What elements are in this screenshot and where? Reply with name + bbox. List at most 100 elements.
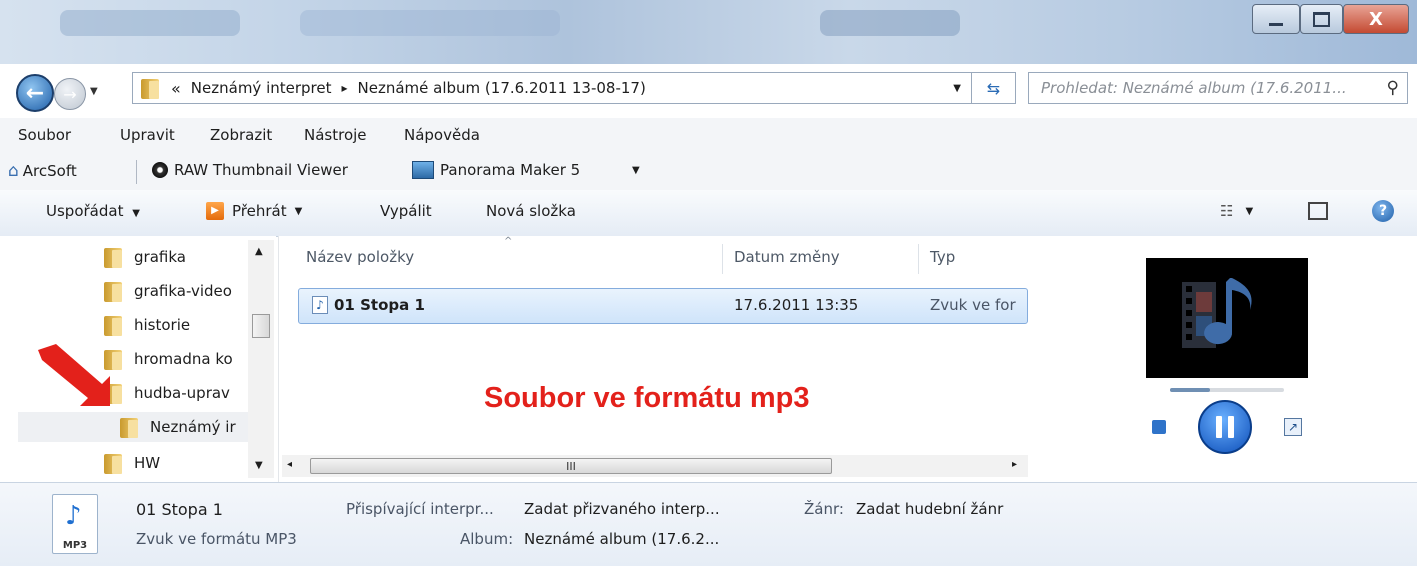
refresh-button[interactable]: ⇆: [972, 72, 1016, 104]
folder-icon: [104, 314, 122, 336]
forward-arrow-icon: →: [63, 84, 77, 104]
details-genre-label: Žánr:: [804, 500, 844, 518]
tree-item-neznamy-interpret[interactable]: Neznámý ir: [120, 412, 248, 442]
close-icon: X: [1369, 8, 1383, 30]
new-folder-button[interactable]: Nová složka: [486, 202, 576, 220]
maximize-icon: [1313, 11, 1330, 27]
panorama-icon: [412, 161, 434, 179]
breadcrumb-item[interactable]: Neznámý interpret: [191, 79, 332, 97]
link-arcsoft[interactable]: ⌂ ArcSoft: [8, 161, 77, 181]
command-bar: Uspořádat ▼ ▶ Přehrát ▼ Vypálit Nová slo…: [0, 190, 1417, 237]
play-button[interactable]: ▶ Přehrát ▼: [206, 202, 302, 220]
chevron-down-icon: ▼: [132, 208, 140, 219]
details-genre-value[interactable]: Zadat hudební žánr: [856, 500, 1003, 518]
breadcrumb-separator-icon[interactable]: ▸: [342, 81, 348, 95]
tree-item-historie[interactable]: historie: [104, 310, 190, 340]
link-panorama-maker[interactable]: Panorama Maker 5: [412, 161, 580, 179]
chevron-down-icon: ▼: [90, 86, 98, 97]
help-button[interactable]: ?: [1372, 200, 1394, 222]
links-more-dropdown[interactable]: ▼: [632, 165, 640, 176]
file-list-scrollbar-thumb[interactable]: III: [310, 458, 832, 474]
sort-ascending-icon: ^: [504, 236, 513, 247]
menu-item-napoveda[interactable]: Nápověda: [404, 126, 480, 144]
title-bar: X: [0, 0, 1417, 64]
divider: [136, 160, 137, 184]
menu-bar: Soubor Upravit Zobrazit Nástroje Nápověd…: [0, 118, 1417, 154]
scroll-down-icon[interactable]: ▼: [255, 460, 263, 471]
details-album-value[interactable]: Neznámé album (17.6.2...: [524, 530, 719, 548]
recent-pages-dropdown[interactable]: ▼: [90, 86, 104, 100]
details-album-label: Album:: [460, 530, 514, 548]
scrollbar-grip: III: [566, 459, 576, 473]
minimize-button[interactable]: [1252, 4, 1300, 34]
menu-item-nastroje[interactable]: Nástroje: [304, 126, 367, 144]
music-film-icon: [1182, 278, 1252, 348]
details-filetype: Zvuk ve formátu MP3: [136, 530, 297, 548]
menu-item-upravit[interactable]: Upravit: [120, 126, 175, 144]
file-date: 17.6.2011 13:35: [734, 296, 859, 314]
column-divider[interactable]: [722, 244, 723, 274]
pause-icon: [1228, 416, 1234, 438]
scroll-up-icon[interactable]: ▲: [255, 246, 263, 257]
search-icon: ⚲: [1386, 78, 1399, 98]
folder-icon: [120, 416, 138, 438]
view-options-button[interactable]: ☷ ▼: [1220, 202, 1253, 220]
forward-button[interactable]: →: [54, 78, 86, 110]
pause-button[interactable]: [1198, 400, 1252, 454]
menu-item-soubor[interactable]: Soubor: [18, 126, 71, 144]
details-contributing-value[interactable]: Zadat přizvaného interp...: [524, 500, 720, 518]
camera-icon: [152, 162, 168, 178]
back-button[interactable]: ←: [16, 74, 54, 112]
file-name: 01 Stopa 1: [334, 296, 425, 314]
tree-item-grafika[interactable]: grafika: [104, 242, 186, 272]
tree-item-hromadna[interactable]: hromadna ko: [104, 344, 248, 374]
address-dropdown-icon[interactable]: ▼: [953, 83, 961, 94]
tree-item-hw[interactable]: HW: [104, 448, 160, 478]
tree-item-hudba-upravy[interactable]: hudba-uprav: [104, 378, 248, 408]
column-header-date[interactable]: Datum změny: [734, 248, 840, 266]
chevron-down-icon: ▼: [294, 205, 303, 217]
folder-icon: [104, 246, 122, 268]
column-divider[interactable]: [918, 244, 919, 274]
search-box[interactable]: Prohledat: Neznámé album (17.6.2011... ⚲: [1028, 72, 1408, 104]
pause-icon: [1216, 416, 1222, 438]
stop-button[interactable]: [1152, 420, 1166, 434]
back-arrow-icon: ←: [25, 80, 45, 106]
view-list-icon: ☷: [1220, 202, 1234, 220]
address-bar[interactable]: « Neznámý interpret ▸ Neznámé album (17.…: [132, 72, 972, 104]
popout-icon: ↗: [1287, 420, 1299, 434]
tree-scrollbar-thumb[interactable]: [252, 314, 270, 338]
address-overflow[interactable]: «: [171, 79, 181, 98]
chevron-down-icon: ▼: [632, 165, 640, 176]
link-raw-thumbnail-viewer[interactable]: RAW Thumbnail Viewer: [152, 161, 348, 179]
play-icon: ▶: [206, 202, 224, 220]
scroll-right-icon[interactable]: ▸: [1012, 459, 1017, 470]
audio-file-icon: ♪: [312, 296, 328, 314]
menu-item-zobrazit[interactable]: Zobrazit: [210, 126, 272, 144]
organize-button[interactable]: Uspořádat ▼: [46, 202, 140, 220]
links-bar: ⌂ ArcSoft RAW Thumbnail Viewer Panorama …: [0, 154, 1417, 191]
details-pane: [0, 482, 1417, 566]
home-icon: ⌂: [8, 161, 19, 181]
scroll-left-icon[interactable]: ◂: [287, 459, 292, 470]
column-header-type[interactable]: Typ: [930, 248, 955, 266]
close-button[interactable]: X: [1343, 4, 1409, 34]
burn-button[interactable]: Vypálit: [380, 202, 432, 220]
preview-pane-toggle[interactable]: [1308, 202, 1328, 220]
tree-item-grafika-video[interactable]: grafika-video: [104, 276, 232, 306]
file-type: Zvuk ve for: [930, 296, 1016, 314]
folder-icon: [104, 280, 122, 302]
maximize-button[interactable]: [1300, 4, 1343, 34]
breadcrumb-item[interactable]: Neznámé album (17.6.2011 13-08-17): [358, 79, 646, 97]
folder-icon: [104, 452, 122, 474]
folder-icon: [141, 77, 159, 99]
mp3-file-icon: ♪ MP3: [52, 494, 98, 554]
column-header-name[interactable]: Název položky: [306, 248, 414, 266]
tree-scrollbar[interactable]: [248, 240, 274, 478]
chevron-down-icon: ▼: [1245, 205, 1254, 217]
search-input[interactable]: Prohledat: Neznámé album (17.6.2011...: [1041, 79, 1347, 97]
open-player-button[interactable]: ↗: [1284, 418, 1302, 436]
media-preview: [1146, 258, 1308, 378]
help-icon: ?: [1378, 203, 1388, 219]
refresh-icon: ⇆: [986, 78, 1001, 98]
